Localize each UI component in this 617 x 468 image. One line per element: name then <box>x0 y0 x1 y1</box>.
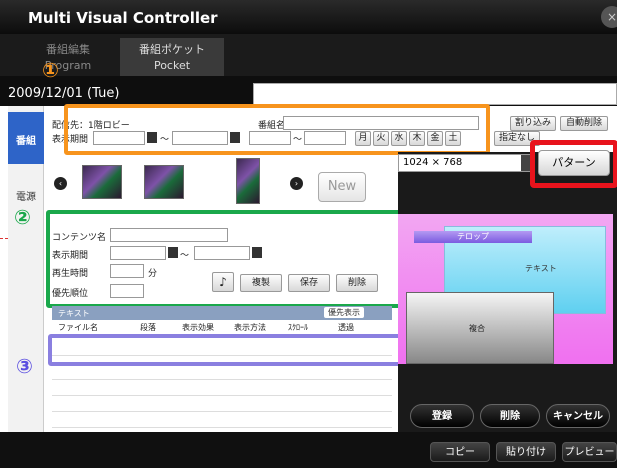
current-date: 2009/12/01 (Tue) <box>8 86 120 101</box>
copy-bottom-button[interactable]: コピー <box>430 442 490 462</box>
marker-one: ① <box>42 58 59 82</box>
telop-region[interactable]: テロップ <box>414 231 532 243</box>
pointer-line <box>0 238 8 239</box>
left-edge <box>0 106 8 432</box>
tab-program-jp: 番組編集 <box>46 43 90 56</box>
title-bar: Multi Visual Controller <box>0 0 617 34</box>
delete-button[interactable]: 削除 <box>480 404 540 428</box>
paste-button[interactable]: 貼り付け <box>496 442 556 462</box>
table-row[interactable] <box>52 380 392 396</box>
table-columns: ファイル名 段落 表示効果 表示方法 ｽｸﾛｰﾙ 透過 <box>52 320 392 332</box>
thumb-next-icon[interactable]: › <box>290 177 303 190</box>
tab-pocket[interactable]: 番組ポケット Pocket <box>120 38 224 76</box>
cancel-button[interactable]: キャンセル <box>546 404 610 428</box>
marker-three: ③ <box>16 354 33 378</box>
date-bar-input[interactable] <box>253 83 617 105</box>
composite-region-label: 複合 <box>469 324 485 333</box>
interrupt-button[interactable]: 割り込み <box>510 116 556 131</box>
app-window: Multi Visual Controller × 番組編集 Program 番… <box>0 0 617 468</box>
callout-box-1 <box>64 104 490 155</box>
left-tabs: 番組 電源 <box>8 106 44 432</box>
table-header: テキスト 優先表示 <box>52 306 392 320</box>
col-method: 表示方法 <box>234 323 266 332</box>
thumb-prev-icon[interactable]: ‹ <box>54 177 67 190</box>
col-paragraph: 段落 <box>140 323 156 332</box>
auto-delete-button[interactable]: 自動削除 <box>560 116 608 131</box>
col-effect: 表示効果 <box>182 323 214 332</box>
text-region-label: テキスト <box>525 264 557 273</box>
table-row[interactable] <box>52 396 392 412</box>
tab-pocket-jp: 番組ポケット <box>139 43 205 56</box>
table-row[interactable] <box>52 364 392 380</box>
callout-box-2 <box>46 210 402 308</box>
tab-pocket-en: Pocket <box>153 59 191 72</box>
new-button[interactable]: New <box>318 172 366 202</box>
tab-program-en: Program <box>44 59 92 72</box>
thumbnail-1[interactable] <box>82 165 122 199</box>
composite-region[interactable]: 複合 <box>406 292 554 364</box>
table-header-label: テキスト <box>58 309 90 318</box>
table-row[interactable] <box>52 412 392 428</box>
callout-box-3 <box>48 334 404 366</box>
left-tab-program[interactable]: 番組 <box>8 112 44 164</box>
col-transparency: 透過 <box>338 323 354 332</box>
register-button[interactable]: 登録 <box>410 404 474 428</box>
app-title: Multi Visual Controller <box>28 9 218 27</box>
tab-program[interactable]: 番組編集 Program <box>28 38 108 76</box>
col-scroll: ｽｸﾛｰﾙ <box>288 323 308 332</box>
close-icon[interactable]: × <box>601 6 617 28</box>
priority-display-button[interactable]: 優先表示 <box>324 307 364 318</box>
marker-two: ② <box>14 205 31 229</box>
tab-row: 番組編集 Program 番組ポケット Pocket <box>0 34 617 76</box>
preview-button[interactable]: プレビュー <box>562 442 617 462</box>
pattern-highlight <box>530 140 617 188</box>
thumbnail-2[interactable] <box>144 165 184 199</box>
thumbnail-3[interactable] <box>236 158 260 204</box>
col-filename: ファイル名 <box>58 323 98 332</box>
resolution-select[interactable]: 1024 × 768 <box>398 154 532 172</box>
